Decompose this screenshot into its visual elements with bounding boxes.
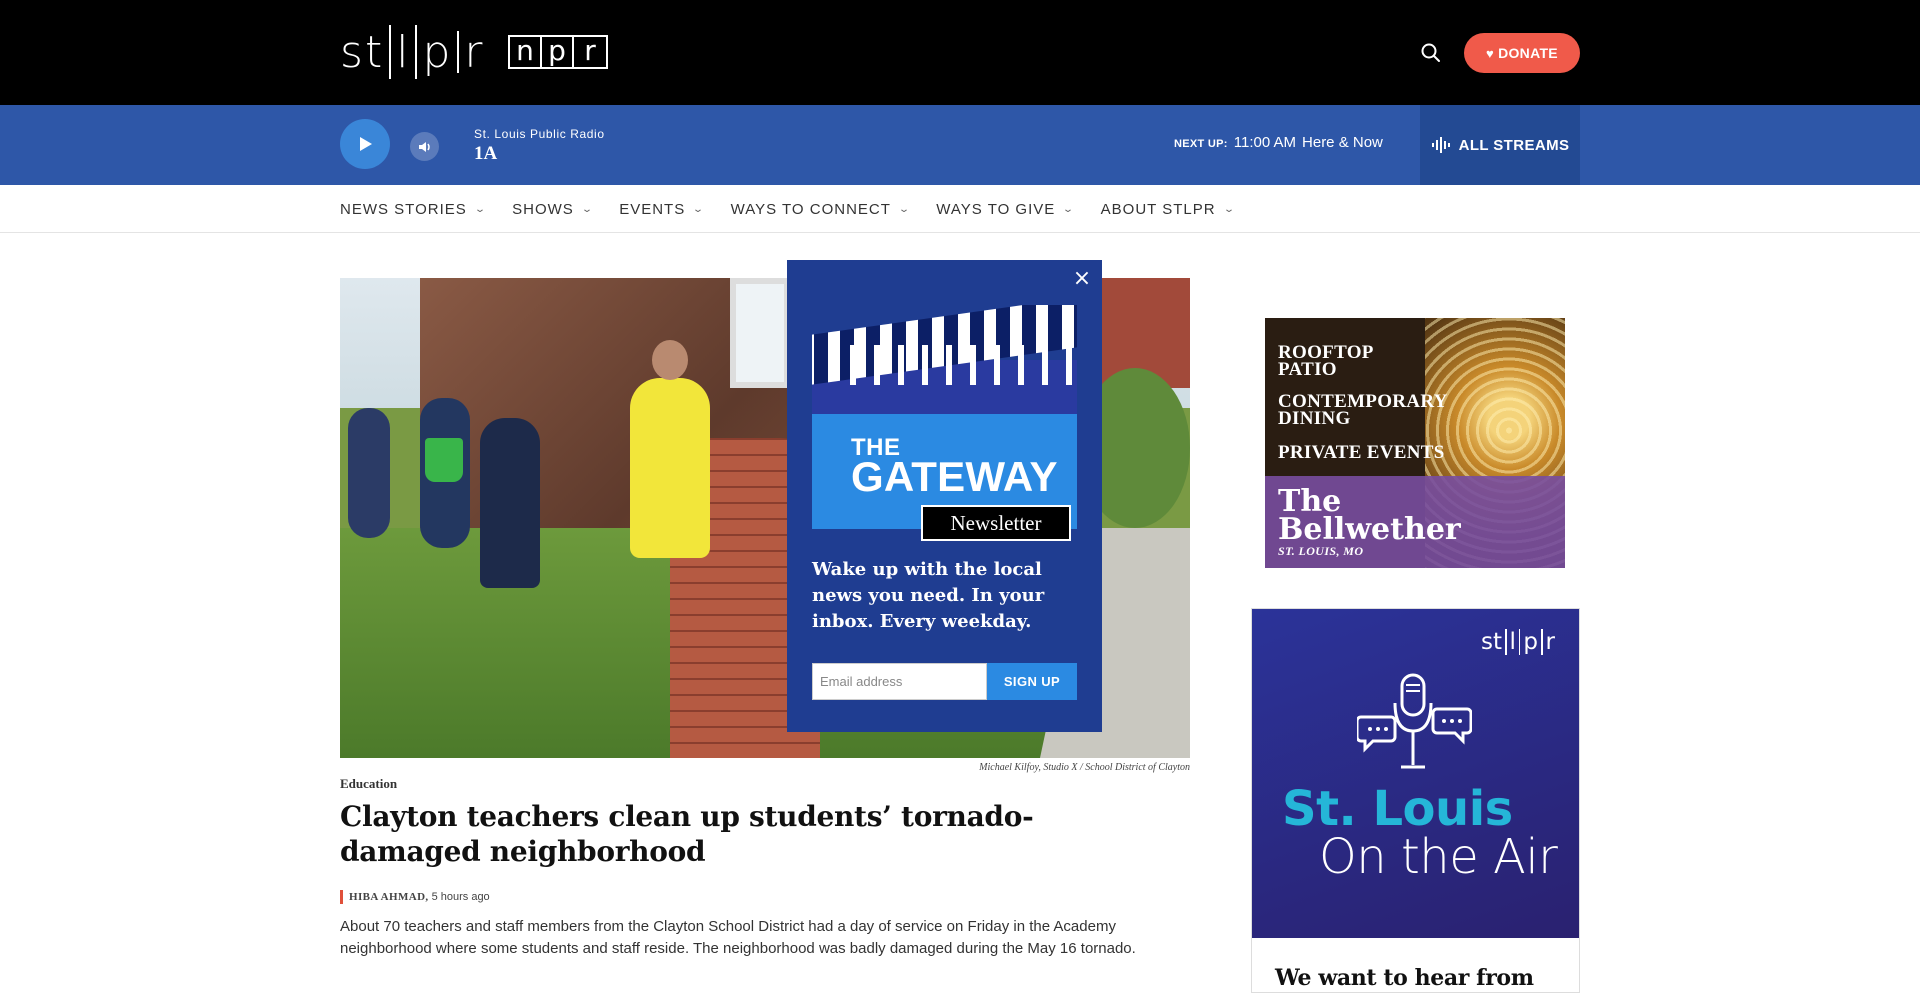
nav-label: ABOUT STLPR <box>1100 200 1216 218</box>
chevron-down-icon: ⌄ <box>1222 203 1236 215</box>
author-name[interactable]: HIBA AHMAD, <box>349 891 429 903</box>
gateway-banner-art <box>812 305 1077 415</box>
chevron-down-icon: ⌄ <box>898 203 912 215</box>
station-name: St. Louis Public Radio <box>474 127 605 141</box>
email-field[interactable]: Email address <box>812 663 987 700</box>
volume-button[interactable] <box>410 132 439 161</box>
nav-label: SHOWS <box>512 200 574 218</box>
play-button[interactable] <box>340 119 390 169</box>
next-up-time: 11:00 AM <box>1233 134 1297 151</box>
donate-button[interactable]: ♥ DONATE <box>1464 33 1580 73</box>
stlpr-logo[interactable]: stlpr <box>340 24 484 80</box>
play-icon <box>360 137 372 151</box>
bellwether-ad[interactable]: ROOFTOP PATIO CONTEMPORARY DINING PRIVAT… <box>1265 318 1565 568</box>
nav-item-shows[interactable]: SHOWS ⌄ <box>512 201 592 218</box>
article-category[interactable]: Education <box>340 776 397 792</box>
ad-brand: The Bellwether <box>1278 487 1461 547</box>
chevron-down-icon: ⌄ <box>473 203 488 215</box>
chevron-down-icon: ⌄ <box>1062 203 1076 215</box>
ad-line-dining: CONTEMPORARY DINING <box>1278 391 1447 429</box>
photo-credit: Michael Kilfoy, Studio X / School Distri… <box>979 762 1190 773</box>
nav-label: EVENTS <box>619 200 686 218</box>
gateway-title: GATEWAY <box>851 453 1058 500</box>
ad-line-rooftop: ROOFTOP PATIO <box>1278 342 1373 380</box>
ad-brand-line: Bellwether <box>1278 512 1461 547</box>
microphone-chat-icon <box>1357 673 1472 769</box>
donate-label: DONATE <box>1498 45 1558 61</box>
site-header: stlpr n p r ♥ DONATE <box>0 0 1920 105</box>
nav-item-ways-to-connect[interactable]: WAYS TO CONNECT ⌄ <box>731 201 910 218</box>
chevron-down-icon: ⌄ <box>580 203 595 215</box>
current-program[interactable]: 1A <box>474 143 497 165</box>
stlpr-mini-logo: stlpr <box>1481 629 1555 655</box>
article-headline[interactable]: Clayton teachers clean up students’ torn… <box>340 799 1100 869</box>
nav-label: NEWS STORIES <box>340 200 467 218</box>
nav-item-events[interactable]: EVENTS ⌄ <box>619 200 706 218</box>
promo-panel: stlpr St. Louis On the Air <box>1252 609 1579 938</box>
article-byline: HIBA AHMAD, 5 hours ago <box>340 890 490 904</box>
volume-icon <box>418 141 430 152</box>
next-up: NEXT UP: 11:00 AM Here & Now <box>1174 134 1383 151</box>
nav-label: WAYS TO GIVE <box>936 200 1056 218</box>
nav-label: WAYS TO CONNECT <box>730 200 891 218</box>
next-up-label: NEXT UP: <box>1174 138 1228 150</box>
all-streams-button[interactable]: ALL STREAMS <box>1420 105 1580 185</box>
close-icon[interactable]: × <box>1072 268 1092 290</box>
npr-logo[interactable]: n p r <box>508 35 608 69</box>
signup-button[interactable]: SIGN UP <box>987 663 1077 700</box>
ad-line-events: PRIVATE EVENTS <box>1278 442 1445 463</box>
on-the-air-promo[interactable]: stlpr St. Louis On the Air We want to he… <box>1251 608 1580 993</box>
npr-letter: n <box>510 37 542 67</box>
main-nav: NEWS STORIES ⌄ SHOWS ⌄ EVENTS ⌄ WAYS TO CON… <box>0 185 1920 233</box>
chevron-down-icon: ⌄ <box>692 203 706 215</box>
npr-letter: p <box>542 37 574 67</box>
heart-icon: ♥ <box>1486 45 1495 61</box>
npr-letter: r <box>584 34 596 67</box>
audio-wave-icon <box>1431 137 1450 153</box>
article-teaser: About 70 teachers and staff members from… <box>340 918 1136 957</box>
ad-location: ST. LOUIS, MO <box>1278 544 1364 558</box>
search-icon[interactable] <box>1420 42 1442 64</box>
all-streams-label: ALL STREAMS <box>1458 136 1570 154</box>
next-up-show[interactable]: Here & Now <box>1302 134 1383 151</box>
promo-title-line2: On the Air <box>1319 829 1558 885</box>
publish-time: 5 hours ago <box>431 891 490 903</box>
newsletter-tag: Newsletter <box>921 505 1071 541</box>
newsletter-pitch: Wake up with the local news you need. In… <box>812 559 1045 632</box>
live-player-bar: St. Louis Public Radio 1A NEXT UP: 11:00… <box>0 105 1920 185</box>
nav-item-news-stories[interactable]: NEWS STORIES ⌄ <box>340 200 488 218</box>
promo-heading: We want to hear from you <box>1275 965 1534 993</box>
nav-item-ways-to-give[interactable]: WAYS TO GIVE ⌄ <box>936 200 1076 218</box>
nav-item-about-stlpr[interactable]: ABOUT STLPR ⌄ <box>1100 200 1236 218</box>
newsletter-popup: × THE GATEWAY Newsletter Wake up with th… <box>787 260 1102 732</box>
